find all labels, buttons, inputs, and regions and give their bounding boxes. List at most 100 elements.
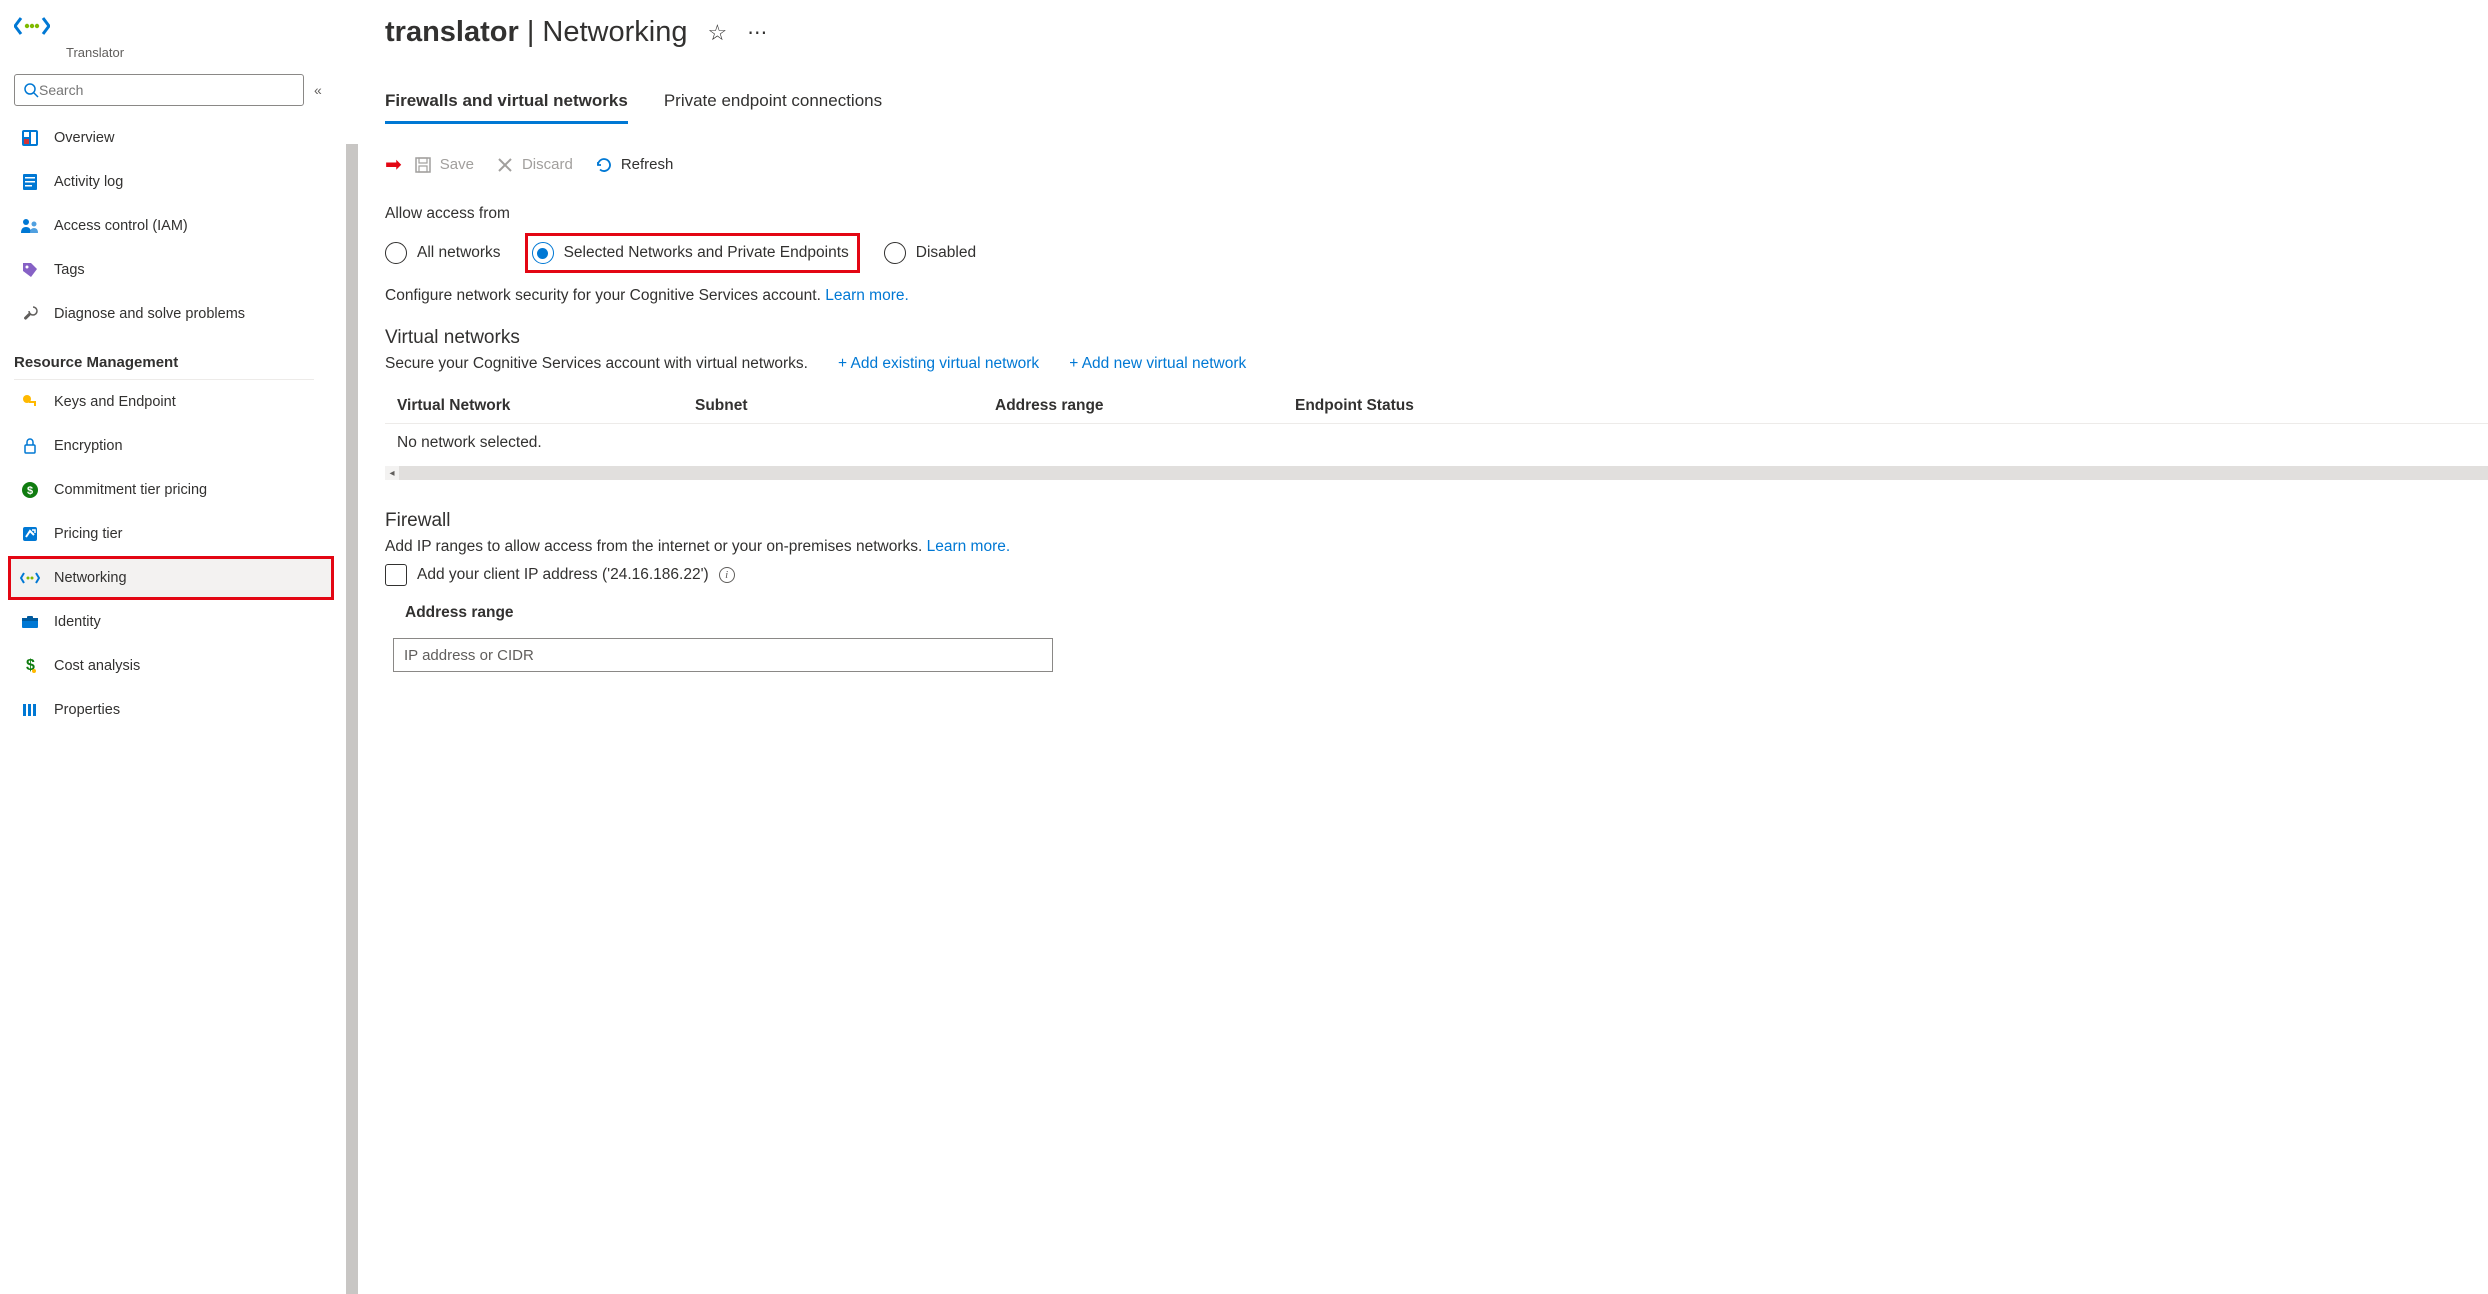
svg-text:$: $ (27, 485, 33, 497)
sidebar-item-label: Access control (IAM) (54, 218, 188, 234)
learn-more-link[interactable]: Learn more. (825, 287, 909, 304)
col-address-range: Address range (995, 397, 1295, 415)
search-icon (23, 82, 39, 98)
identity-icon (20, 614, 40, 630)
sidebar-item-label: Keys and Endpoint (54, 394, 176, 410)
vnet-row: Secure your Cognitive Services account w… (385, 355, 2488, 373)
tab-bar: Firewalls and virtual networks Private e… (385, 91, 2488, 124)
refresh-icon (595, 156, 613, 174)
discard-label: Discard (522, 156, 573, 173)
sidebar-item-keys-endpoint[interactable]: Keys and Endpoint (14, 380, 335, 424)
refresh-button[interactable]: Refresh (595, 156, 674, 174)
favorite-star-icon[interactable]: ☆ (707, 20, 727, 46)
sidebar-item-cost-analysis[interactable]: $ Cost analysis (14, 644, 335, 688)
add-new-vnet-link[interactable]: + Add new virtual network (1069, 355, 1246, 373)
col-subnet: Subnet (695, 397, 995, 415)
commitment-icon: $ (20, 481, 40, 499)
refresh-label: Refresh (621, 156, 674, 173)
access-description: Configure network security for your Cogn… (385, 287, 2488, 305)
vnet-table-header: Virtual Network Subnet Address range End… (385, 389, 2488, 424)
address-range-input[interactable] (393, 638, 1053, 672)
radio-all-networks[interactable]: All networks (385, 242, 501, 264)
nav-list-rm: Keys and Endpoint Encryption $ Commitmen… (14, 380, 335, 732)
save-label: Save (440, 156, 474, 173)
sidebar-item-properties[interactable]: Properties (14, 688, 335, 732)
client-ip-checkbox[interactable] (385, 564, 407, 586)
sidebar-item-tags[interactable]: Tags (14, 248, 335, 292)
radio-label: All networks (417, 244, 501, 262)
sidebar: Translator « Overview Activity log Acces… (0, 0, 335, 790)
save-icon (414, 156, 432, 174)
sidebar-item-label: Tags (54, 262, 85, 278)
radio-label: Disabled (916, 244, 976, 262)
main-content: translator | Networking ☆ ⋯ Firewalls an… (355, 0, 2488, 790)
save-button[interactable]: Save (414, 156, 474, 174)
activity-log-icon (20, 173, 40, 191)
callout-arrow-icon: ➡ (385, 152, 402, 177)
page-name: Networking (542, 16, 687, 48)
resource-name: translator (385, 16, 519, 48)
iam-icon (20, 217, 40, 235)
radio-selected-networks[interactable]: Selected Networks and Private Endpoints (525, 233, 860, 273)
sidebar-item-access-control[interactable]: Access control (IAM) (14, 204, 335, 248)
scroll-left-arrow-icon[interactable]: ◂ (385, 466, 399, 480)
nav-list: Overview Activity log Access control (IA… (14, 116, 335, 336)
add-existing-vnet-link[interactable]: + Add existing virtual network (838, 355, 1039, 373)
sidebar-item-label: Identity (54, 614, 101, 630)
sidebar-item-label: Overview (54, 130, 114, 146)
virtual-networks-heading: Virtual networks (385, 327, 2488, 349)
sidebar-item-label: Pricing tier (54, 526, 123, 542)
brand-label: Translator (66, 45, 124, 60)
sidebar-item-pricing-tier[interactable]: Pricing tier (14, 512, 335, 556)
col-virtual-network: Virtual Network (385, 397, 695, 415)
vnet-desc: Secure your Cognitive Services account w… (385, 355, 808, 373)
tab-firewalls[interactable]: Firewalls and virtual networks (385, 91, 628, 124)
sidebar-item-encryption[interactable]: Encryption (14, 424, 335, 468)
page-header: translator | Networking ☆ ⋯ (385, 16, 2488, 49)
tab-private-endpoints[interactable]: Private endpoint connections (664, 91, 882, 124)
radio-label: Selected Networks and Private Endpoints (564, 244, 849, 262)
allow-access-label: Allow access from (385, 205, 2488, 223)
collapse-sidebar-button[interactable]: « (314, 82, 322, 98)
discard-icon (496, 156, 514, 174)
tags-icon (20, 261, 40, 279)
info-icon[interactable]: i (719, 567, 735, 583)
translator-service-icon (14, 14, 50, 41)
key-icon (20, 394, 40, 410)
sidebar-item-identity[interactable]: Identity (14, 600, 335, 644)
horizontal-scrollbar[interactable]: ◂ (385, 466, 2488, 480)
firewall-desc: Add IP ranges to allow access from the i… (385, 538, 2488, 556)
sidebar-item-label: Properties (54, 702, 120, 718)
radio-disabled[interactable]: Disabled (884, 242, 976, 264)
firewall-heading: Firewall (385, 510, 2488, 532)
sidebar-item-activity-log[interactable]: Activity log (14, 160, 335, 204)
pricing-tier-icon (20, 525, 40, 543)
sidebar-item-label: Commitment tier pricing (54, 482, 207, 498)
access-radio-group: All networks Selected Networks and Priva… (385, 233, 2488, 273)
firewall-learn-more-link[interactable]: Learn more. (927, 538, 1011, 555)
nav-section-resource-management: Resource Management (14, 354, 314, 380)
sidebar-item-networking[interactable]: Networking (8, 556, 334, 600)
address-range-label: Address range (405, 604, 2488, 622)
sidebar-item-commitment-tier[interactable]: $ Commitment tier pricing (14, 468, 335, 512)
overview-icon (20, 129, 40, 147)
client-ip-checkbox-row: Add your client IP address ('24.16.186.2… (385, 564, 2488, 586)
networking-icon (20, 571, 40, 585)
diagnose-icon (20, 305, 40, 323)
cost-icon: $ (20, 657, 40, 675)
brand-block: Translator (14, 14, 335, 60)
sidebar-item-label: Encryption (54, 438, 123, 454)
col-endpoint-status: Endpoint Status (1295, 397, 2488, 415)
discard-button[interactable]: Discard (496, 156, 573, 174)
lock-icon (20, 437, 40, 455)
sidebar-item-label: Activity log (54, 174, 123, 190)
toolbar: ➡ Save Discard Refresh (385, 152, 2488, 177)
more-menu-button[interactable]: ⋯ (747, 20, 769, 45)
search-box[interactable] (14, 74, 304, 106)
sidebar-item-diagnose[interactable]: Diagnose and solve problems (14, 292, 335, 336)
checkbox-label: Add your client IP address ('24.16.186.2… (417, 566, 709, 584)
sidebar-item-overview[interactable]: Overview (14, 116, 335, 160)
sidebar-item-label: Cost analysis (54, 658, 140, 674)
page-title: translator | Networking (385, 16, 687, 49)
search-input[interactable] (39, 82, 295, 98)
